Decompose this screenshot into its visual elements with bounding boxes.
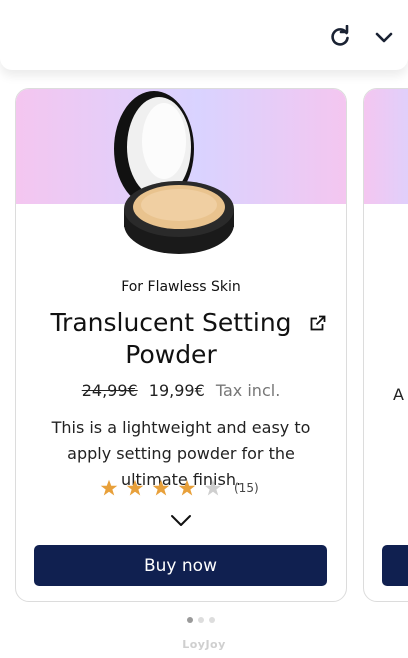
brand-logo: LoyJoy xyxy=(182,638,226,651)
old-price: 24,99€ xyxy=(81,381,138,400)
star-filled-icon xyxy=(178,479,196,495)
star-filled-icon xyxy=(152,479,170,495)
next-product-card[interactable]: A xyxy=(363,88,408,602)
product-title: Translucent Setting Powder xyxy=(50,308,292,369)
chevron-down-icon[interactable] xyxy=(170,514,192,528)
product-tagline: For Flawless Skin xyxy=(121,279,241,295)
carousel-dot[interactable] xyxy=(187,617,193,623)
product-card: For Flawless Skin Translucent Setting Po… xyxy=(15,88,347,602)
current-price: 19,99€ xyxy=(148,381,205,400)
buy-now-button[interactable]: Buy now xyxy=(34,545,327,586)
next-product-peek-text: A xyxy=(393,385,404,404)
star-empty-icon xyxy=(204,479,222,495)
price-row: 24,99€ 19,99€ Tax incl. xyxy=(16,381,346,400)
carousel-dot[interactable] xyxy=(198,617,204,623)
refresh-icon[interactable] xyxy=(328,25,352,49)
carousel-dot[interactable] xyxy=(209,617,215,623)
star-filled-icon xyxy=(100,479,118,495)
product-image xyxy=(114,91,234,254)
header-bar xyxy=(0,0,408,70)
tax-note: Tax incl. xyxy=(215,381,281,400)
star-filled-icon xyxy=(126,479,144,495)
chevron-down-icon[interactable] xyxy=(372,25,396,49)
next-buy-button[interactable] xyxy=(382,545,408,586)
rating-count: (15) xyxy=(234,480,259,495)
next-product-banner xyxy=(364,89,408,204)
star-rating: (15) xyxy=(100,477,300,499)
external-link-icon[interactable] xyxy=(310,315,326,331)
carousel-dots xyxy=(187,617,227,625)
